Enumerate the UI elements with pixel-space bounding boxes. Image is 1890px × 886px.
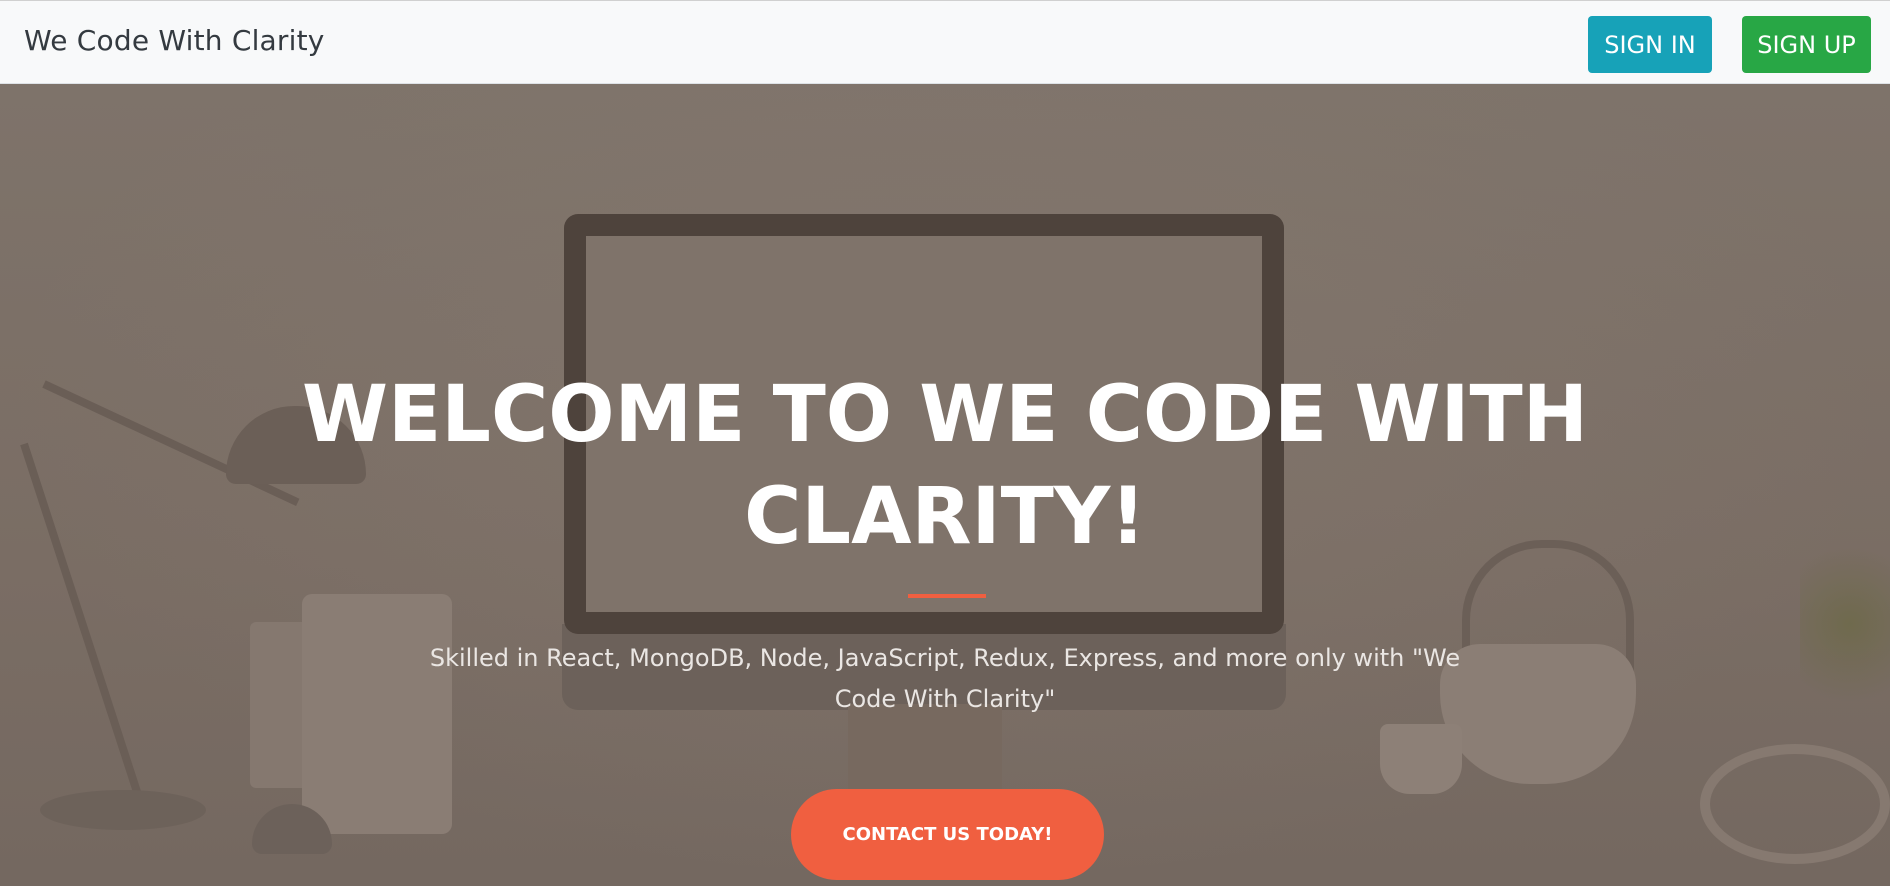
desk-lamp-arm: [20, 442, 146, 807]
navbar: We Code With Clarity SIGN IN SIGN UP: [0, 0, 1890, 84]
sign-in-button[interactable]: SIGN IN: [1588, 16, 1712, 73]
brand-link[interactable]: We Code With Clarity: [24, 24, 325, 57]
teacup: [1380, 724, 1462, 794]
hero-subtitle: Skilled in React, MongoDB, Node, JavaScr…: [429, 644, 1461, 713]
contact-us-button[interactable]: CONTACT US TODAY!: [791, 789, 1104, 880]
hero-title: WELCOME TO WE CODE WITH CLARITY!: [301, 370, 1589, 562]
plant: [1800, 524, 1890, 724]
title-divider: [908, 594, 986, 598]
desk-lamp-base: [40, 790, 206, 830]
sign-up-button[interactable]: SIGN UP: [1742, 16, 1871, 73]
headphones: [1700, 744, 1890, 864]
pencil-cup: [250, 622, 310, 788]
hero-section: WELCOME TO WE CODE WITH CLARITY! Skilled…: [0, 84, 1890, 886]
